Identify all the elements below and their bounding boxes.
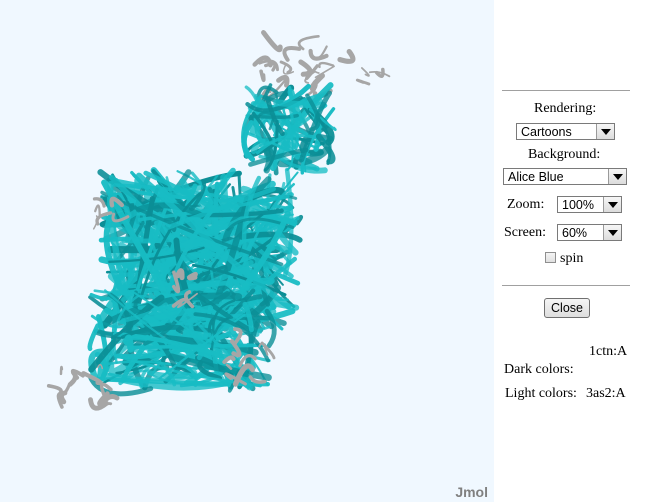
chevron-down-icon[interactable] (608, 169, 626, 184)
coil-region (174, 268, 185, 281)
coil-region (297, 34, 320, 51)
chevron-down-icon[interactable] (596, 124, 614, 139)
zoom-label: Zoom: (507, 197, 545, 212)
coil-region (361, 67, 370, 77)
coil-region (70, 368, 85, 380)
coil-region (298, 59, 313, 77)
screen-label: Screen: (504, 225, 546, 240)
light-colors-value: 3as2:A (586, 386, 626, 401)
close-button[interactable]: Close (544, 298, 590, 318)
screen-select[interactable]: 60% (557, 224, 622, 241)
background-select[interactable]: Alice Blue (503, 168, 627, 185)
coil-region (94, 204, 101, 217)
helix-ribbon (87, 323, 100, 351)
coil-region (222, 355, 236, 365)
jmol-logo[interactable]: Jmol (455, 484, 488, 500)
coil-region (337, 49, 356, 64)
rendering-select-value: Cartoons (521, 125, 572, 139)
dark-colors-value: 1ctn:A (589, 344, 628, 359)
chevron-down-icon[interactable] (603, 225, 621, 240)
divider-bottom (502, 285, 630, 286)
coil-region (59, 365, 64, 376)
coil-region (186, 271, 198, 281)
coil-region (46, 384, 63, 395)
coil-region (279, 60, 293, 74)
coil-region (59, 390, 68, 405)
zoom-select-value: 100% (562, 198, 594, 212)
coil-region (259, 69, 266, 82)
control-panel: Rendering: Cartoons Background: Alice Bl… (494, 0, 668, 502)
background-select-value: Alice Blue (508, 170, 564, 184)
rendering-select[interactable]: Cartoons (516, 123, 615, 140)
coil-region (355, 78, 371, 86)
spin-label[interactable]: spin (560, 251, 583, 267)
protein-cartoon[interactable] (0, 0, 494, 502)
rendering-label: Rendering: (534, 101, 597, 116)
coil-region (261, 30, 283, 53)
coil-region (101, 394, 120, 404)
screen-select-value: 60% (562, 226, 588, 240)
coil-region (282, 46, 302, 62)
helix-ribbon (273, 99, 327, 109)
molecule-viewer[interactable]: Jmol (0, 0, 494, 502)
light-colors-label: Light colors: (505, 386, 577, 401)
background-label: Background: (528, 147, 601, 162)
chevron-down-icon[interactable] (603, 197, 621, 212)
dark-colors-label: Dark colors: (504, 362, 574, 377)
coil-region (318, 61, 335, 69)
zoom-select[interactable]: 100% (557, 196, 622, 213)
divider-top (502, 90, 630, 91)
coil-region (92, 197, 106, 208)
spin-checkbox[interactable] (545, 252, 556, 263)
